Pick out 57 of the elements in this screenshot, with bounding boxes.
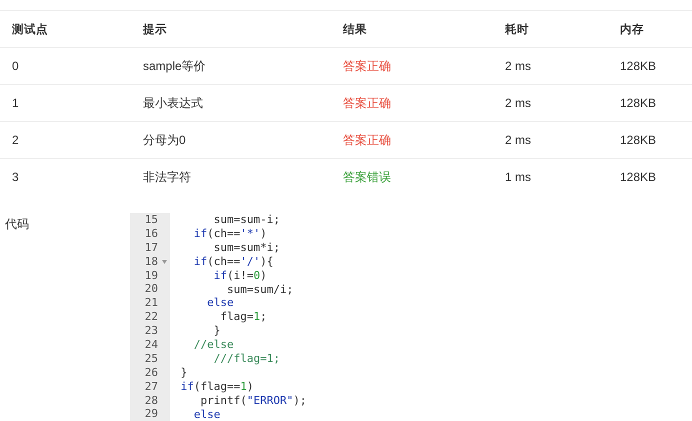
code-line: if(i!=0) (212, 268, 267, 283)
line-number: 26 (144, 366, 158, 380)
code-line: if(ch=='*') (192, 226, 267, 241)
code-label: 代码 (4, 216, 30, 233)
line-number: 23 (144, 324, 158, 338)
column-header: 测试点 (12, 24, 48, 36)
line-number: 22 (144, 310, 158, 324)
code-line: if(ch=='/'){ (192, 254, 274, 269)
column-header: 提示 (143, 24, 167, 36)
code-line: flag=1; (219, 310, 267, 324)
code-line: else (192, 408, 220, 421)
line-number: 27 (144, 380, 158, 394)
line-number: 21 (144, 296, 158, 310)
table-cell: 128KB (620, 170, 656, 184)
code-line: sum=sum-i; (212, 213, 280, 227)
table-cell: sample等价 (143, 58, 206, 72)
table-cell: 1 ms (505, 170, 532, 184)
code-line: } (212, 324, 220, 338)
line-number: 17 (144, 240, 158, 255)
table-cell: 2 ms (505, 133, 532, 147)
table-cell: 2 ms (505, 59, 532, 73)
line-number: 25 (144, 352, 158, 366)
result-status: 答案正确 (343, 132, 391, 146)
line-number: 19 (144, 268, 158, 282)
table-cell: 0 (12, 59, 19, 73)
code-line: ///flag=1; (212, 352, 280, 366)
table-cell: 128KB (620, 96, 656, 110)
code-line: //else (192, 338, 234, 352)
fold-triangle-icon[interactable] (162, 260, 166, 264)
code-line: if(flag==1) (180, 380, 254, 394)
table-cell: 分母为0 (143, 132, 186, 146)
table-cell: 非法字符 (143, 170, 191, 184)
table-cell: 2 ms (505, 96, 532, 110)
line-number: 18 (144, 254, 158, 269)
code-line: else (206, 296, 234, 310)
line-number: 28 (144, 394, 158, 408)
table-cell: 128KB (620, 133, 656, 147)
column-header: 耗时 (505, 24, 529, 36)
line-number: 29 (144, 407, 158, 421)
table-cell: 1 (12, 96, 19, 110)
result-status: 答案错误 (343, 170, 391, 184)
code-line: printf("ERROR"); (199, 394, 306, 408)
line-number: 24 (144, 338, 158, 352)
table-cell: 2 (12, 133, 19, 147)
code-line: sum=sum*i; (212, 240, 280, 255)
table-cell: 最小表达式 (143, 96, 203, 110)
result-status: 答案正确 (343, 96, 391, 110)
column-header: 结果 (343, 24, 367, 36)
table-cell: 128KB (620, 59, 656, 73)
code-line: } (180, 366, 188, 380)
table-cell: 3 (12, 170, 19, 184)
line-number: 16 (144, 226, 158, 241)
code-line: sum=sum/i; (226, 282, 294, 296)
column-header: 内存 (620, 24, 644, 36)
line-number: 15 (144, 213, 158, 227)
line-number: 20 (144, 282, 158, 296)
result-status: 答案正确 (343, 58, 391, 72)
